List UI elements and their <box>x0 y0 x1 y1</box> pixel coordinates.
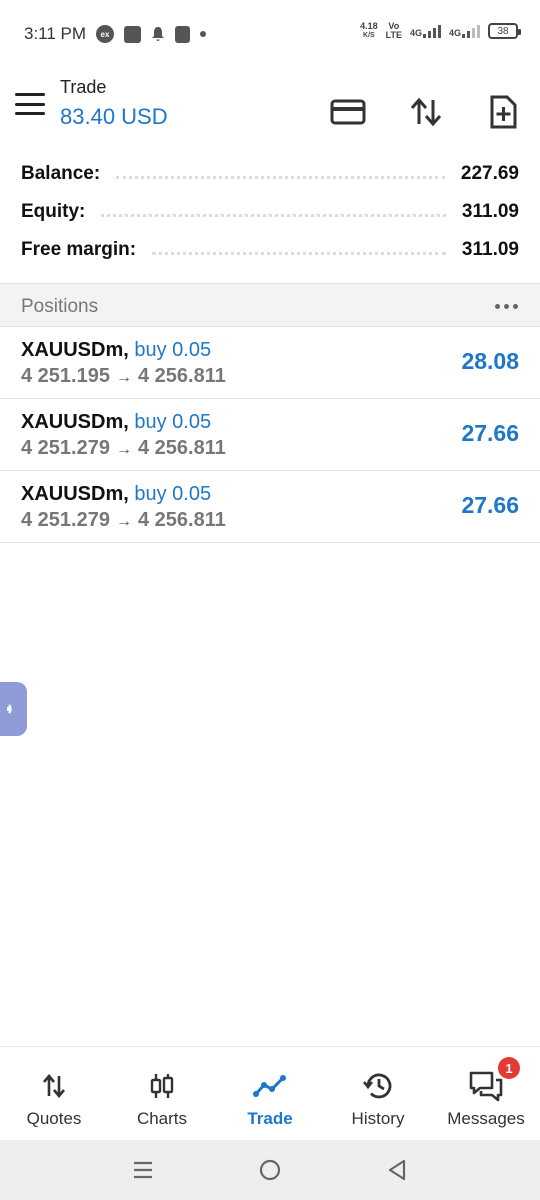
more-options-icon[interactable] <box>495 304 518 309</box>
trade-icon <box>253 1071 287 1101</box>
position-symbol: XAUUSDm, <box>21 339 129 361</box>
open-price: 4 251.279 <box>21 509 110 531</box>
messages-icon: 1 <box>468 1057 520 1102</box>
nav-charts[interactable]: Charts <box>108 1047 216 1140</box>
recent-apps-button[interactable] <box>123 1150 163 1190</box>
balance-row: Balance: 227.69 <box>0 155 540 193</box>
current-price: 4 256.811 <box>137 437 226 459</box>
sort-button[interactable] <box>406 92 446 132</box>
nav-quotes[interactable]: Quotes <box>0 1047 108 1140</box>
quotes-icon <box>41 1071 67 1101</box>
menu-icon[interactable] <box>15 93 45 115</box>
nav-charts-label: Charts <box>136 1109 188 1128</box>
position-row[interactable]: XAUUSDm, buy 0.05 4 251.279 → 4 256.811 27… <box>0 471 540 543</box>
position-profit: 28.08 <box>461 348 519 374</box>
arrow-right-icon: → <box>115 441 132 458</box>
back-triangle-icon <box>388 1159 405 1181</box>
balance-value: 227.69 <box>450 163 519 185</box>
equity-row: Equity: 311.09 <box>0 193 540 231</box>
position-symbol: XAUUSDm, <box>21 483 129 505</box>
position-profit: 27.66 <box>461 492 519 518</box>
position-side: buy 0.05 <box>134 483 212 505</box>
equity-value: 311.09 <box>451 201 519 223</box>
positions-header: Positions <box>0 283 540 327</box>
assistant-icon <box>6 704 12 714</box>
app-notification-icon: ex <box>96 25 114 43</box>
profit-amount: 83.40 USD <box>60 104 168 129</box>
nav-trade-label: Trade <box>247 1109 293 1128</box>
status-time: 3:11 PM <box>24 24 87 43</box>
new-document-icon <box>490 95 517 129</box>
free-margin-row: Free margin: 311.09 <box>0 231 540 269</box>
network-speed: 4.18 K/S <box>360 21 378 40</box>
positions-list: XAUUSDm, buy 0.05 4 251.195 → 4 256.811 28… <box>0 327 540 543</box>
home-button[interactable] <box>250 1150 290 1190</box>
nav-quotes-label: Quotes <box>26 1109 82 1128</box>
app-icon <box>175 25 190 43</box>
balance-label: Balance: <box>21 163 111 185</box>
history-icon <box>362 1071 394 1101</box>
position-symbol: XAUUSDm, <box>21 411 129 433</box>
system-navigation-bar <box>0 1140 540 1200</box>
battery-icon: 38 <box>488 23 521 39</box>
position-row[interactable]: XAUUSDm, buy 0.05 4 251.195 → 4 256.811 28… <box>0 327 540 399</box>
nav-messages[interactable]: 1 Messages <box>432 1047 540 1140</box>
credit-card-icon <box>330 99 366 125</box>
app-header: Trade 83.40 USD <box>0 70 540 150</box>
positions-title: Positions <box>21 296 99 317</box>
nav-messages-label: Messages <box>447 1109 525 1128</box>
status-bar: 3:11 PM ex 4.18 K/S Vo LTE 4G 4G 38 <box>0 0 540 70</box>
recent-apps-icon <box>134 1161 153 1179</box>
nav-history[interactable]: History <box>324 1047 432 1140</box>
back-button[interactable] <box>377 1150 417 1190</box>
arrow-right-icon: → <box>115 369 132 386</box>
page-title: Trade <box>60 77 107 97</box>
open-price: 4 251.279 <box>21 437 110 459</box>
more-notifications-icon <box>200 31 206 37</box>
nav-trade[interactable]: Trade <box>216 1047 324 1140</box>
free-margin-label: Free margin: <box>21 239 147 261</box>
open-price: 4 251.195 <box>21 365 110 387</box>
notification-icons: ex <box>96 25 206 43</box>
new-order-button[interactable] <box>483 92 523 132</box>
sort-arrows-icon <box>410 97 442 127</box>
current-price: 4 256.811 <box>137 365 226 387</box>
position-side: buy 0.05 <box>134 339 212 361</box>
home-circle-icon <box>259 1159 281 1181</box>
position-profit: 27.66 <box>461 420 519 446</box>
floating-assistant-tab[interactable] <box>0 682 27 736</box>
arrow-right-icon: → <box>115 513 132 530</box>
position-side: buy 0.05 <box>134 411 212 433</box>
bell-icon <box>152 27 164 41</box>
gallery-notification-icon <box>124 25 141 43</box>
equity-label: Equity: <box>21 201 96 223</box>
messages-badge: 1 <box>498 1057 520 1079</box>
deposit-button[interactable] <box>328 92 368 132</box>
position-row[interactable]: XAUUSDm, buy 0.05 4 251.279 → 4 256.811 27… <box>0 399 540 471</box>
bottom-navigation: Quotes Charts Trade History 1 Messages <box>0 1046 540 1140</box>
account-summary: Balance: 227.69 Equity: 311.09 Free marg… <box>0 155 540 269</box>
status-right: 4.18 K/S Vo LTE 4G 4G 38 <box>360 21 521 40</box>
volte-indicator: Vo LTE <box>385 21 402 40</box>
charts-icon <box>148 1071 176 1101</box>
nav-history-label: History <box>351 1109 405 1128</box>
signal-2-icon: 4G <box>449 24 480 38</box>
signal-1-icon: 4G <box>410 24 441 38</box>
free-margin-value: 311.09 <box>451 239 519 261</box>
current-price: 4 256.811 <box>137 509 226 531</box>
